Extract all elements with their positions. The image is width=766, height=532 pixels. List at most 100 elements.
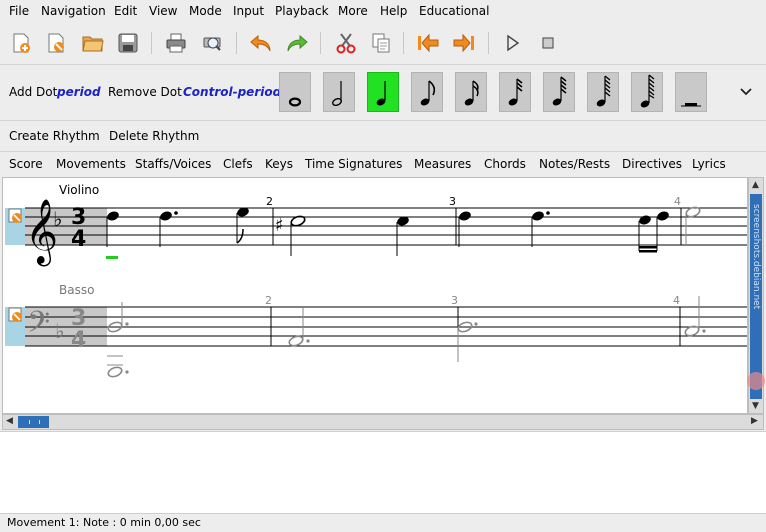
scroll-right-icon[interactable]: ▶ [751,416,758,426]
cut-icon [336,33,356,54]
scroll-left-icon[interactable]: ◀ [6,416,13,426]
undo-button[interactable] [248,30,274,56]
cut-button[interactable] [333,30,359,56]
note[interactable] [236,206,250,244]
thirty-second-note-button[interactable] [499,72,531,112]
scroll-down-icon[interactable]: ▼ [752,401,759,411]
note[interactable] [106,210,120,247]
quarter-note-button[interactable] [367,72,399,112]
menu-more[interactable]: More [338,4,368,18]
palette-directives[interactable]: Directives [622,157,682,171]
vertical-scroll-thumb[interactable]: screenshots.debian.net [747,194,765,399]
copy-icon [372,33,390,53]
time-signature-bottom[interactable]: 4 [71,227,86,252]
horizontal-scroll-thumb[interactable] [18,416,49,428]
menu-file[interactable]: File [9,4,29,18]
staff-2-edit-icon[interactable] [8,307,22,322]
horizontal-scrollbar[interactable]: ◀ ▶ [2,414,764,430]
next-movement-button[interactable] [451,30,477,56]
open-button[interactable] [80,30,106,56]
palette-lyrics[interactable]: Lyrics [692,157,726,171]
rest-button[interactable] [675,72,707,112]
staff-name-violino[interactable]: Violino [59,183,99,197]
measure-number: 2 [266,195,273,208]
menu-educational[interactable]: Educational [419,4,489,18]
print-preview-icon [203,37,221,51]
score-canvas[interactable]: Violino 𝄞 ♭ 3 4 2 ♯ 3 4 Basso 𝄢 ♭ 3 4 2 … [3,178,747,413]
sixteenth-note-button[interactable] [455,72,487,112]
menubar: File Navigation Edit View Mode Input Pla… [0,0,766,22]
palette-chords[interactable]: Chords [484,157,526,171]
beam [639,250,657,253]
hundred-twenty-eighth-note-button[interactable] [587,72,619,112]
eighth-note-button[interactable] [411,72,443,112]
duration-bar: Add Dot period Remove Dot Control-period [0,64,766,121]
remove-dot-label[interactable]: Remove Dot [108,85,182,99]
menu-view[interactable]: View [149,4,177,18]
staff-name-basso[interactable]: Basso [59,283,94,297]
palette-notes-rests[interactable]: Notes/Rests [539,157,610,171]
previous-movement-button[interactable] [415,30,441,56]
palette-score[interactable]: Score [9,157,43,171]
key-flat-icon[interactable]: ♭ [53,207,62,231]
menu-edit[interactable]: Edit [114,4,137,18]
palette-bar: Score Movements Staffs/Voices Clefs Keys… [0,152,766,176]
toolbar-separator [151,32,152,54]
create-rhythm-button[interactable]: Create Rhythm [9,129,100,143]
stop-button[interactable] [535,30,561,56]
chevron-down-icon [740,88,752,96]
palette-movements[interactable]: Movements [56,157,126,171]
copy-button[interactable] [368,30,394,56]
play-button[interactable] [499,30,525,56]
undo-icon [250,34,271,52]
two-hundred-fifty-sixth-note-button[interactable] [631,72,663,112]
delete-rhythm-button[interactable]: Delete Rhythm [109,129,199,143]
note[interactable] [396,215,410,256]
half-note-icon [332,81,342,107]
whole-note-button[interactable] [279,72,311,112]
bass-clef-icon[interactable]: 𝄢 [27,306,50,347]
menu-mode[interactable]: Mode [189,4,222,18]
note[interactable] [107,355,129,378]
save-button[interactable] [115,30,141,56]
menu-input[interactable]: Input [233,4,264,18]
palette-measures[interactable]: Measures [414,157,471,171]
open-template-button[interactable] [43,30,69,56]
remove-dot-shortcut: Control-period [183,85,282,99]
palette-staffs-voices[interactable]: Staffs/Voices [135,157,211,171]
redo-button[interactable] [284,30,310,56]
note[interactable] [685,206,701,245]
status-text: Movement 1: Note : 0 min 0,00 sec [7,516,201,529]
palette-keys[interactable]: Keys [265,157,293,171]
new-icon [13,33,30,53]
menu-help[interactable]: Help [380,4,407,18]
note[interactable] [531,210,550,247]
palette-time-signatures[interactable]: Time Signatures [305,157,402,171]
score-area[interactable]: Violino 𝄞 ♭ 3 4 2 ♯ 3 4 Basso 𝄢 ♭ 3 4 2 … [2,177,748,414]
print-button[interactable] [163,30,189,56]
measure-number: 2 [265,294,272,307]
sharp-icon: ♯ [275,215,284,236]
note[interactable] [458,210,472,247]
half-note-button[interactable] [323,72,355,112]
add-dot-label[interactable]: Add Dot [9,85,57,99]
time-signature-bottom[interactable]: 4 [71,328,86,353]
key-flat-icon[interactable]: ♭ [55,319,64,343]
note[interactable] [159,210,178,247]
expand-button[interactable] [736,82,756,102]
palette-clefs[interactable]: Clefs [223,157,253,171]
rest-icon [681,103,701,107]
note[interactable] [288,308,310,347]
menu-playback[interactable]: Playback [275,4,329,18]
toolbar-separator [488,32,489,54]
eighth-note-icon [420,80,436,106]
scroll-up-icon[interactable]: ▲ [752,180,759,190]
new-button[interactable] [8,30,34,56]
menu-navigation[interactable]: Navigation [41,4,106,18]
staff-1-edit-icon[interactable] [8,208,22,223]
print-icon [166,33,186,53]
vertical-scrollbar[interactable]: ▲ screenshots.debian.net ▼ [747,177,765,414]
sixty-fourth-note-button[interactable] [543,72,575,112]
print-preview-button[interactable] [199,30,225,56]
save-icon [118,33,138,53]
